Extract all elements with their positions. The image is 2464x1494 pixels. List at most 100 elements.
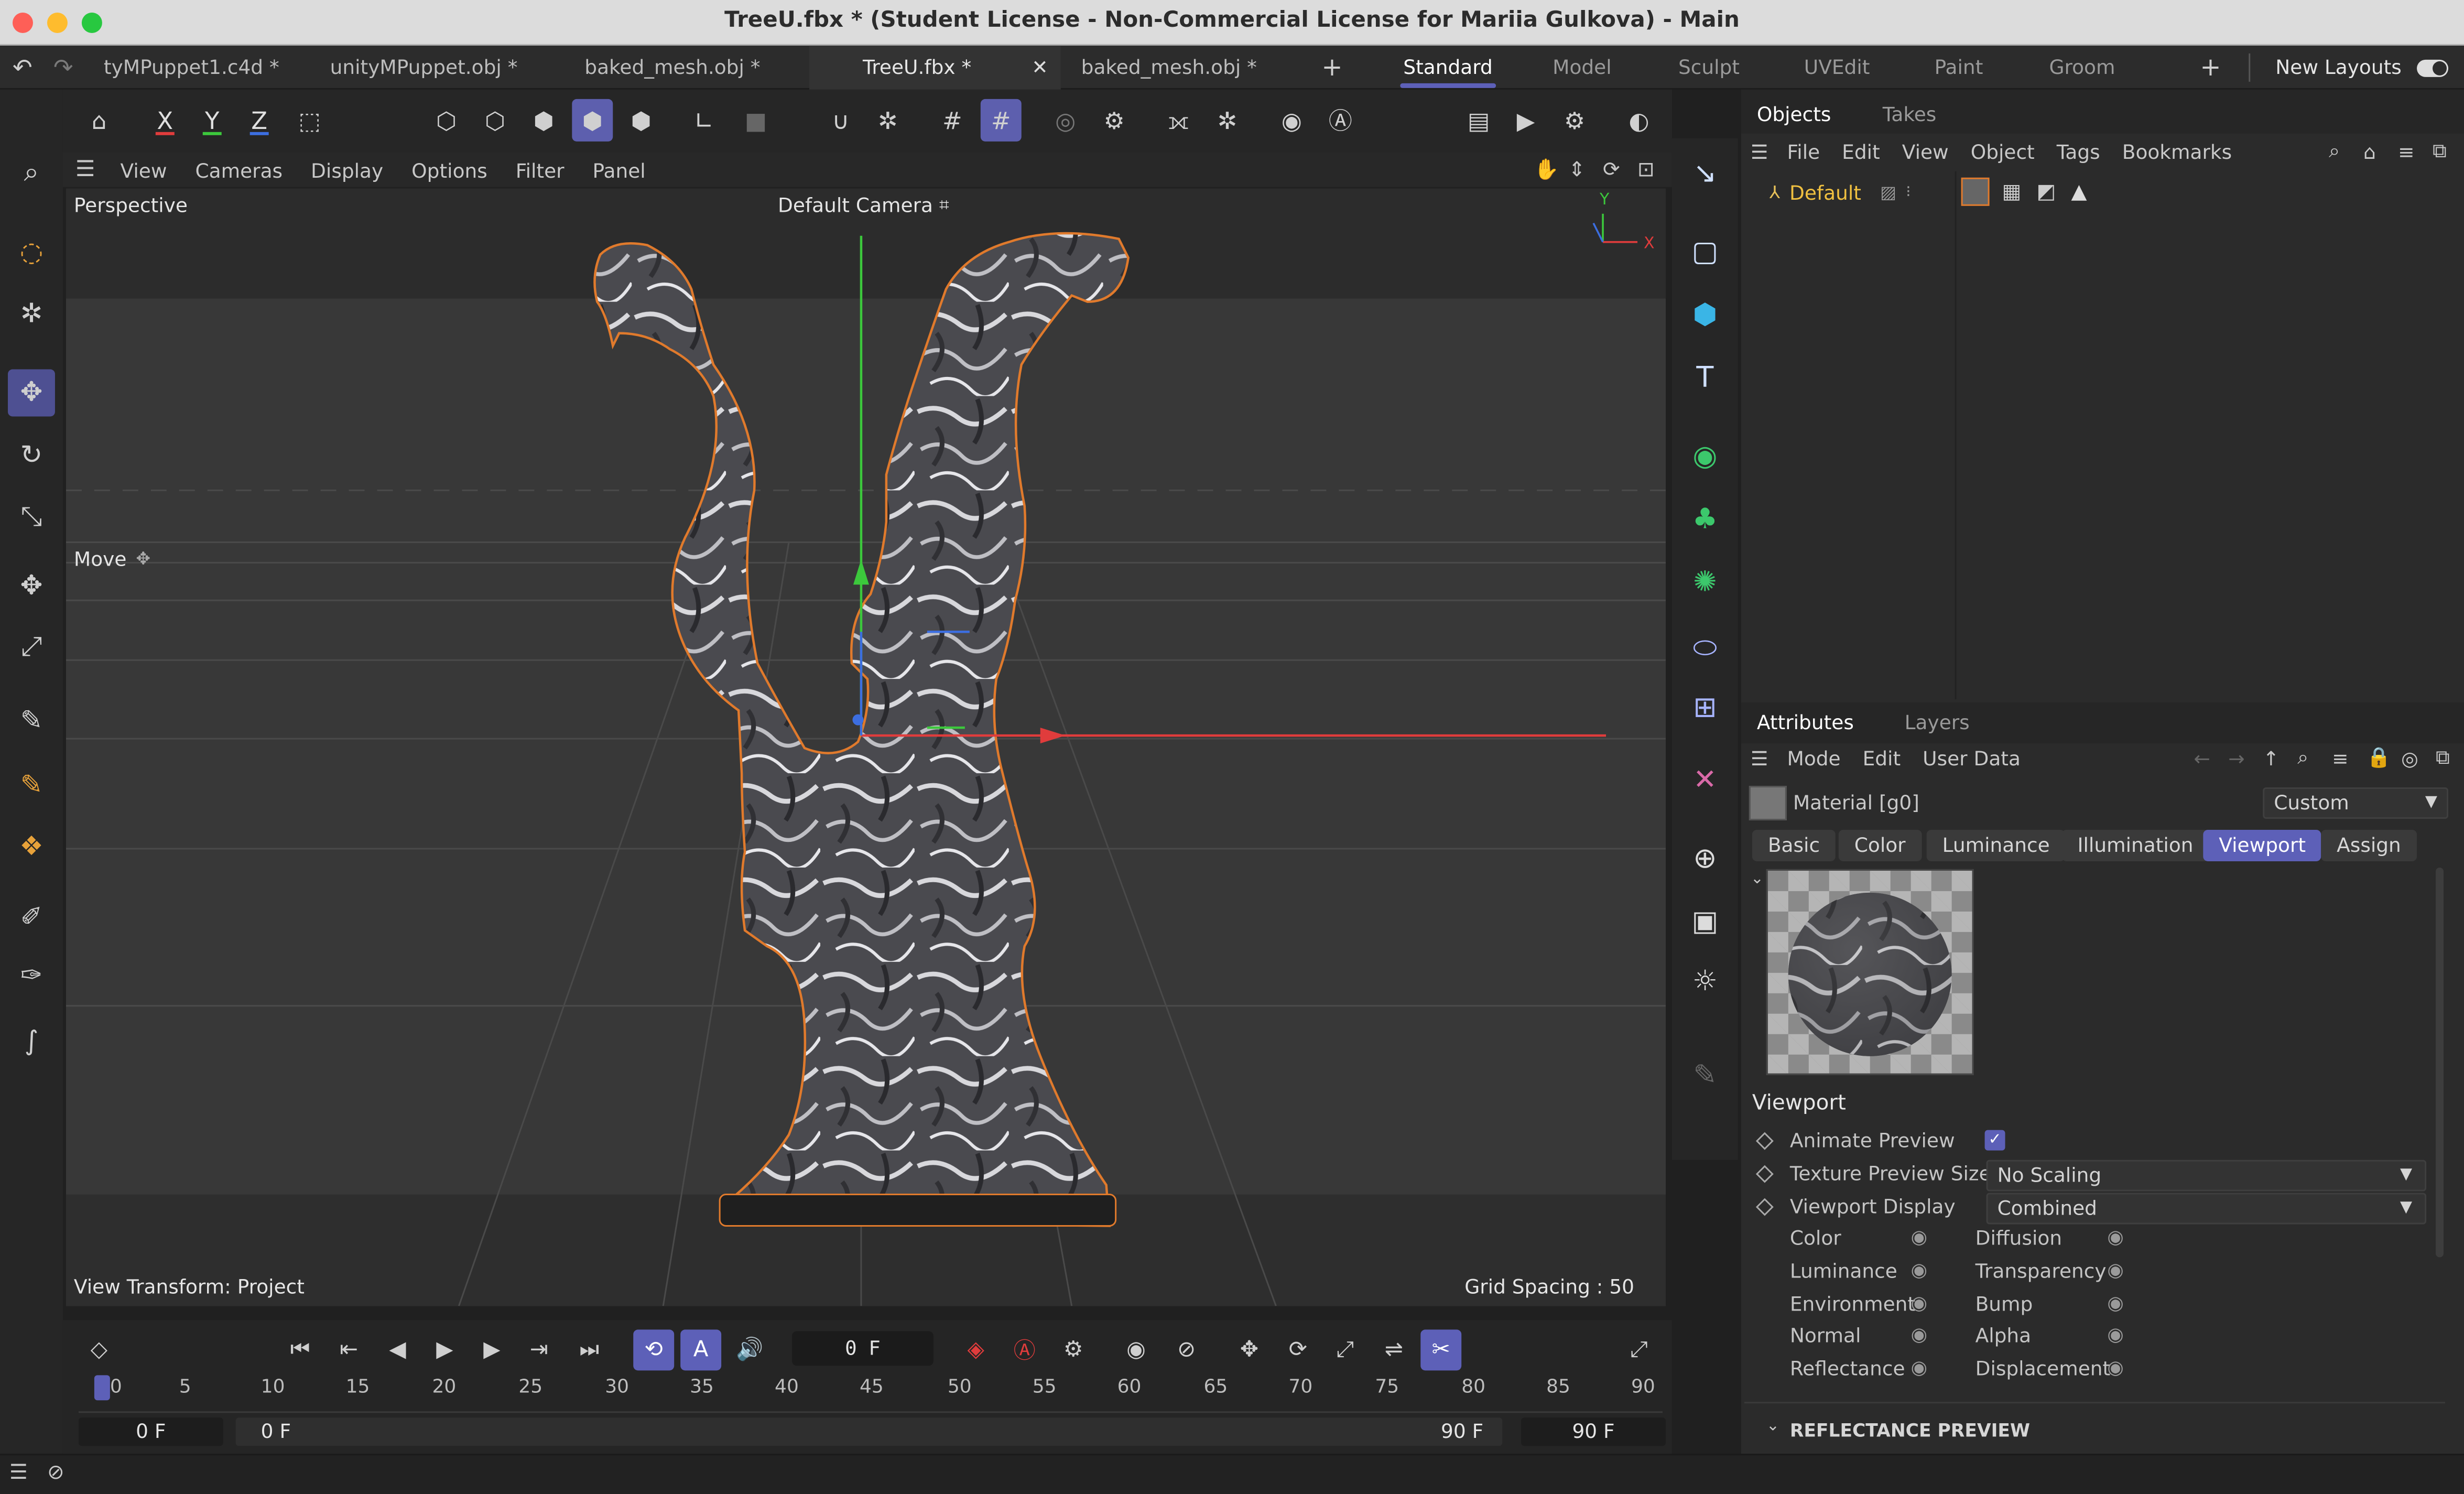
attributes-menu-edit[interactable]: Edit: [1863, 746, 1901, 770]
layer-icon[interactable]: ▨: [1880, 181, 1896, 202]
scale-transform-icon[interactable]: ⤢: [8, 624, 55, 671]
soft-selection-icon[interactable]: ◎: [1045, 99, 1086, 142]
eye-icon[interactable]: ◉: [1911, 1292, 1927, 1314]
eye-icon[interactable]: ◉: [1911, 1323, 1927, 1345]
attributes-scrollbar[interactable]: [2436, 867, 2444, 1258]
settings-gear-icon[interactable]: ⚙: [1094, 99, 1135, 142]
objects-hamburger-icon[interactable]: ☰: [1751, 139, 1768, 163]
redshift-icon[interactable]: ◐: [1619, 99, 1659, 142]
tracer-icon[interactable]: ✕: [1680, 754, 1730, 805]
coordinate-system-icon[interactable]: ⬚: [289, 99, 330, 142]
texture-mode-icon[interactable]: ■: [735, 99, 776, 142]
status-menu-icon[interactable]: ☰: [9, 1461, 28, 1485]
edit-icon[interactable]: ✎: [1680, 1050, 1730, 1100]
polygons-mode-icon[interactable]: ⬢: [523, 99, 564, 142]
menu-options[interactable]: Options: [411, 158, 487, 181]
y-axis-lock-button[interactable]: Y: [192, 99, 233, 142]
tab-takes[interactable]: Takes: [1883, 102, 1937, 126]
tab-layers[interactable]: Layers: [1905, 710, 1970, 734]
eye-icon[interactable]: ◉: [1911, 1259, 1927, 1281]
field-icon[interactable]: ⬭: [1680, 622, 1730, 673]
key-rotation-icon[interactable]: ⊘: [1166, 1329, 1207, 1370]
animate-preview-checkbox[interactable]: ✓: [1984, 1130, 2005, 1151]
preset-dropdown[interactable]: Custom ▼: [2263, 787, 2449, 819]
preview-range-bar[interactable]: 0 F 90 F: [235, 1417, 1503, 1446]
collapse-chevron-icon[interactable]: ⌄: [1766, 1417, 1779, 1435]
visibility-dots-icon[interactable]: ⁝: [1906, 183, 1911, 200]
sketch-icon[interactable]: ∫: [8, 1019, 55, 1066]
attributes-menu-mode[interactable]: Mode: [1787, 746, 1840, 770]
symmetry-settings-icon[interactable]: ✲: [1207, 99, 1248, 142]
doc-tab-active[interactable]: TreeU.fbx * ✕: [809, 45, 1061, 90]
objects-menu-file[interactable]: File: [1787, 139, 1820, 163]
keyframe-diamond-icon[interactable]: ◇: [79, 1329, 120, 1370]
layout-tab-groom[interactable]: Groom: [2049, 46, 2115, 90]
symmetry-icon[interactable]: ⟗: [1158, 99, 1199, 142]
live-selection-icon[interactable]: ◌: [8, 230, 55, 277]
polygon-pen-icon[interactable]: ✎: [8, 762, 55, 809]
snap-settings-icon[interactable]: ✲: [867, 99, 908, 142]
doc-tab[interactable]: baked_mesh.obj *: [569, 46, 805, 90]
back-arrow-icon[interactable]: ←: [2194, 746, 2210, 770]
viewport-3d[interactable]: Y X Perspective Default Camera ⌗ Move ✥ Vi…: [66, 188, 1666, 1306]
object-mode-icon[interactable]: ⬢: [621, 99, 661, 142]
viewport-display-dropdown[interactable]: Combined ▼: [1986, 1193, 2427, 1225]
button-assign[interactable]: Assign: [2321, 829, 2417, 861]
phong-tag-icon[interactable]: ▲: [2071, 180, 2087, 203]
environment-icon[interactable]: ⊕: [1680, 833, 1730, 883]
up-arrow-icon[interactable]: ↑: [2263, 746, 2279, 770]
doc-tab[interactable]: unityMPuppet.obj *: [314, 46, 550, 90]
menu-panel[interactable]: Panel: [593, 158, 646, 181]
attributes-hamburger-icon[interactable]: ☰: [1751, 746, 1768, 770]
objects-menu-object[interactable]: Object: [1971, 139, 2035, 163]
reflectance-preview-header[interactable]: REFLECTANCE PREVIEW: [1790, 1419, 2030, 1441]
eye-icon[interactable]: ◉: [2107, 1356, 2123, 1378]
eye-icon[interactable]: ◉: [1911, 1226, 1927, 1248]
go-to-end-icon[interactable]: ⏭: [569, 1329, 610, 1370]
sound-icon[interactable]: 🔊: [729, 1329, 770, 1370]
line-cut-icon[interactable]: ✑: [8, 952, 55, 1000]
attributes-search-icon[interactable]: ⌕: [2297, 745, 2308, 770]
scale-tool-icon[interactable]: ⤡: [8, 493, 55, 540]
play-icon[interactable]: ▶: [424, 1329, 465, 1370]
workplane-snap-icon[interactable]: #: [980, 99, 1022, 142]
record-keys-icon[interactable]: ◈: [956, 1329, 996, 1370]
lock-icon[interactable]: 🔒: [2367, 745, 2391, 770]
previous-frame-icon[interactable]: ◀: [377, 1329, 418, 1370]
x-axis-lock-button[interactable]: X: [145, 99, 186, 142]
layout-tab-standard[interactable]: Standard: [1400, 46, 1496, 90]
auto-key-icon[interactable]: Ⓐ: [1320, 99, 1361, 142]
timeline-expand-icon[interactable]: ⤢: [1619, 1329, 1659, 1370]
button-illumination[interactable]: Illumination: [2061, 829, 2209, 861]
key-scale-icon[interactable]: ⤢: [1325, 1329, 1365, 1370]
objects-menu-view[interactable]: View: [1902, 139, 1949, 163]
layout-tab-sculpt[interactable]: Sculpt: [1678, 46, 1740, 90]
light-icon[interactable]: ☼: [1680, 956, 1730, 1006]
scene-icon[interactable]: ⊞: [1680, 682, 1730, 732]
loop-icon[interactable]: ⟲: [633, 1329, 675, 1371]
next-key-icon[interactable]: ⇥: [518, 1329, 559, 1370]
undo-icon[interactable]: ↶: [13, 53, 32, 82]
layout-tab-paint[interactable]: Paint: [1935, 46, 1983, 90]
uvw-tag-icon[interactable]: ◩: [2037, 180, 2056, 203]
go-to-start-icon[interactable]: ⏮: [280, 1329, 321, 1370]
current-frame-field[interactable]: 0 F: [792, 1331, 934, 1366]
attributes-menu-user-data[interactable]: User Data: [1923, 746, 2021, 770]
key-position-icon[interactable]: ◉: [1116, 1329, 1157, 1370]
forward-arrow-icon[interactable]: →: [2228, 746, 2244, 770]
key-pla-icon[interactable]: ✂: [1420, 1329, 1462, 1371]
target-icon[interactable]: ◎: [2401, 746, 2418, 770]
end-frame-field[interactable]: 90 F: [1521, 1417, 1666, 1446]
object-row-default[interactable]: ⅄ Default ▨ ⁝ ▦ ◩ ▲: [1747, 176, 2458, 208]
collapse-chevron-icon[interactable]: ⌄: [1751, 871, 1764, 888]
knife-tool-icon[interactable]: ❖: [8, 824, 55, 871]
tab-attributes[interactable]: Attributes: [1757, 710, 1854, 734]
hamburger-menu-icon[interactable]: ☰: [75, 157, 95, 182]
objects-search-icon[interactable]: ⌕: [2329, 138, 2340, 164]
search-icon[interactable]: ⌕: [8, 149, 55, 197]
new-window-icon[interactable]: ⧉: [2433, 138, 2447, 164]
button-basic[interactable]: Basic: [1752, 829, 1836, 861]
eye-icon[interactable]: ◉: [2107, 1323, 2123, 1345]
maximize-view-icon[interactable]: ⊡: [1637, 158, 1655, 181]
redo-icon[interactable]: ↷: [53, 53, 73, 82]
